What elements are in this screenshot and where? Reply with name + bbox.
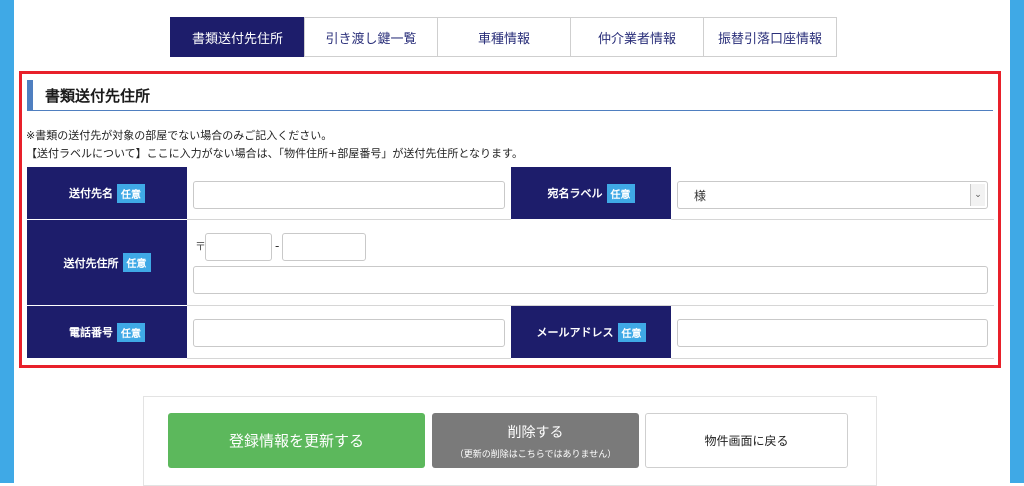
right-edge-bar	[1010, 0, 1024, 483]
optional-badge: 任意	[606, 183, 635, 203]
email-label: メールアドレス 任意	[511, 306, 671, 359]
tab-bank-account-info[interactable]: 振替引落口座情報	[703, 17, 837, 57]
recipient-name-label: 送付先名 任意	[27, 167, 187, 220]
address-input[interactable]	[193, 266, 988, 294]
delete-button-label: 削除する	[507, 424, 564, 441]
name-label-selected-value: 様	[694, 188, 707, 203]
phone-label-text: 電話番号	[69, 326, 113, 339]
email-label-text: メールアドレス	[536, 326, 614, 339]
recipient-name-input[interactable]	[193, 181, 505, 209]
section-title: 書類送付先住所	[27, 80, 993, 111]
name-label-label: 宛名ラベル 任意	[511, 167, 671, 220]
update-button-label: 登録情報を更新する	[228, 432, 364, 450]
address-label-text: 送付先住所	[63, 256, 119, 270]
tab-key-handover-list[interactable]: 引き渡し鍵一覧	[304, 17, 438, 57]
optional-badge: 任意	[617, 322, 646, 342]
tab-document-address[interactable]: 書類送付先住所	[170, 17, 305, 57]
recipient-name-label-text: 送付先名	[69, 187, 113, 200]
update-button[interactable]: 登録情報を更新する	[168, 413, 425, 468]
optional-badge: 任意	[122, 253, 151, 272]
postal-code-second-input[interactable]	[282, 233, 366, 261]
tab-vehicle-info[interactable]: 車種情報	[437, 17, 571, 57]
delete-button[interactable]: 削除する （更新の削除はこちらではありません）	[432, 413, 639, 468]
phone-label: 電話番号 任意	[27, 306, 187, 359]
name-label-select[interactable]: 様 ⌄	[677, 181, 988, 209]
optional-badge: 任意	[117, 322, 145, 342]
email-input[interactable]	[677, 319, 988, 347]
optional-badge: 任意	[117, 183, 145, 203]
postal-code-first-input[interactable]	[205, 233, 272, 261]
section-note-2: 【送付ラベルについて】ここに入力がない場合は、「物件住所+部屋番号」が送付先住所…	[26, 147, 523, 160]
postal-dash: -	[275, 239, 280, 253]
chevron-down-icon: ⌄	[970, 184, 985, 206]
name-label-label-text: 宛名ラベル	[547, 187, 603, 200]
back-to-property-button[interactable]: 物件画面に戻る	[645, 413, 848, 468]
phone-input[interactable]	[193, 319, 505, 347]
address-label: 送付先住所 任意	[27, 220, 187, 306]
tab-bar: 書類送付先住所 引き渡し鍵一覧 車種情報 仲介業者情報 振替引落口座情報	[170, 17, 837, 57]
back-button-label: 物件画面に戻る	[704, 434, 789, 448]
left-edge-bar	[0, 0, 14, 483]
section-note-1: ※書類の送付先が対象の部屋でない場合のみご記入ください。	[26, 129, 333, 142]
delete-button-sublabel: （更新の削除はこちらではありません）	[454, 449, 617, 460]
tab-broker-info[interactable]: 仲介業者情報	[570, 17, 704, 57]
